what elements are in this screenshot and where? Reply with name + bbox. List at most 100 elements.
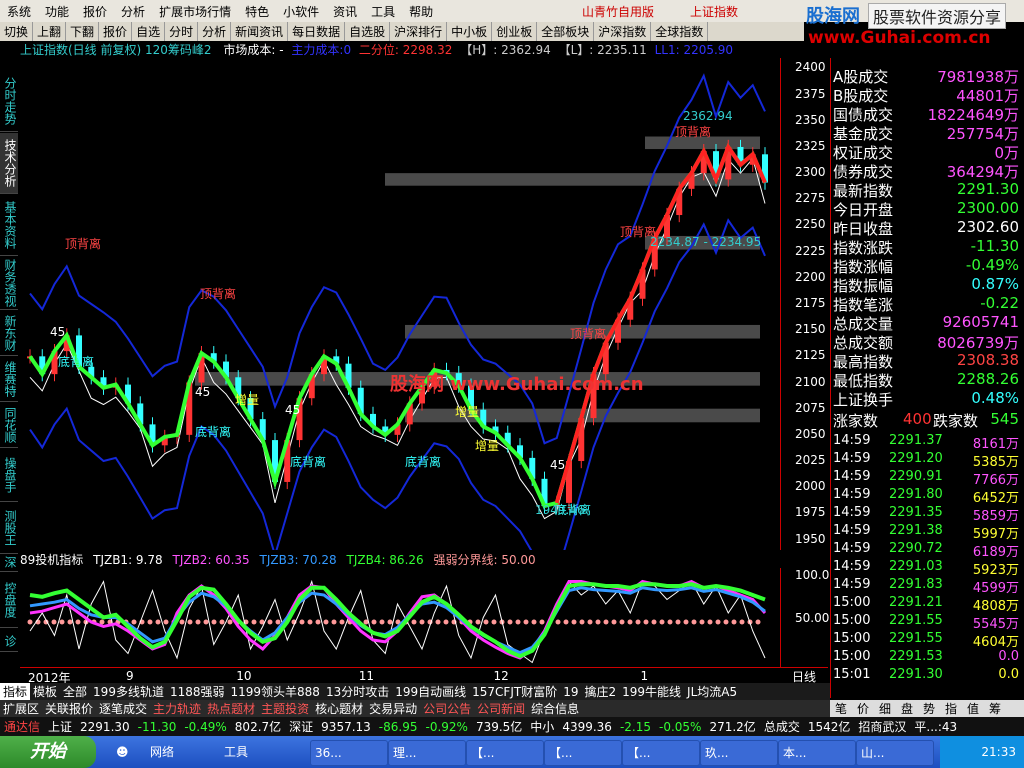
- threshold-dot: [523, 619, 529, 625]
- toolbar-page-up[interactable]: 上翻: [33, 22, 67, 41]
- toolbar-index[interactable]: 沪深指数: [594, 22, 652, 41]
- quote-panel-tab[interactable]: 价: [852, 700, 874, 717]
- taskbar-task[interactable]: 【...: [622, 740, 700, 766]
- quote-panel-tab[interactable]: 势: [918, 700, 940, 717]
- menu-item-quote[interactable]: 报价: [76, 0, 114, 23]
- toolbar-analysis[interactable]: 分析: [198, 22, 232, 41]
- menu-item-system[interactable]: 系统: [0, 0, 38, 23]
- indicator-tab[interactable]: 13分时攻击: [323, 683, 392, 700]
- taskbar-task[interactable]: 【...: [544, 740, 622, 766]
- taskbar-task[interactable]: 【...: [466, 740, 544, 766]
- taskbar-task[interactable]: 本...: [778, 740, 856, 766]
- indicator-tab[interactable]: 199多线轨道: [90, 683, 167, 700]
- price-scale-tick: 2050: [795, 426, 826, 441]
- toolbar-daily-data[interactable]: 每日数据: [288, 22, 346, 41]
- extension-tab[interactable]: 公司新闻: [474, 700, 528, 717]
- tick-row: 14:59 2291.80 6452万: [833, 487, 1023, 506]
- threshold-dot: [651, 619, 657, 625]
- tab-control[interactable]: 控盘度: [0, 573, 18, 628]
- toolbar-news[interactable]: 新闻资讯: [231, 22, 289, 41]
- quick-launch-icon[interactable]: ☻: [112, 740, 136, 764]
- extension-tab[interactable]: 扩展区: [0, 700, 42, 717]
- menu-item-help[interactable]: 帮助: [402, 0, 440, 23]
- extension-tab[interactable]: 核心题材: [312, 700, 366, 717]
- indicator-tab[interactable]: 19: [560, 685, 581, 699]
- quote-stat-row: 总成交量 92605741: [833, 313, 1023, 333]
- extension-tab[interactable]: 逐笔成交: [96, 700, 150, 717]
- indicator-tab[interactable]: 全部: [60, 683, 90, 700]
- chart-title: 上证指数(日线 前复权) 120筹码峰2: [20, 43, 212, 57]
- tab-basic-info[interactable]: 基本资料: [0, 195, 18, 256]
- extension-tab[interactable]: 公司公告: [420, 700, 474, 717]
- tab-weisaite[interactable]: 维赛特: [0, 357, 18, 402]
- menu-item-news[interactable]: 资讯: [326, 0, 364, 23]
- quote-stat-label: 最新指数: [833, 182, 894, 200]
- period-label[interactable]: 日线: [780, 667, 828, 684]
- tab-xindongcai[interactable]: 新东财: [0, 311, 18, 356]
- quick-network[interactable]: 网络: [146, 740, 200, 764]
- taskbar-task[interactable]: 理...: [388, 740, 466, 766]
- indicator-tab[interactable]: 擒庄2: [581, 683, 619, 700]
- toolbar-gem-board[interactable]: 创业板: [492, 22, 538, 41]
- main-chart[interactable]: 顶背离顶背离顶背离顶背离顶背离底背离底背离底背离 底背离底背离增量增量增量4545…: [20, 58, 780, 550]
- toolbar-switch[interactable]: 切换: [0, 22, 34, 41]
- indicator-tab[interactable]: 1188强弱: [167, 683, 228, 700]
- extension-tab[interactable]: 热点题材: [204, 700, 258, 717]
- tab-finance[interactable]: 财务透视: [0, 257, 18, 310]
- tab-trader[interactable]: 操盘手: [0, 449, 18, 502]
- tab-timeshare[interactable]: 分时走势: [0, 71, 18, 132]
- indicator-tab[interactable]: 157CFJT财富阶: [469, 683, 560, 700]
- indicator-tab[interactable]: 1199领头羊888: [228, 683, 323, 700]
- taskbar-task[interactable]: 山...: [856, 740, 934, 766]
- toolbar-global-index[interactable]: 全球指数: [651, 22, 709, 41]
- quote-panel-tab[interactable]: 细: [874, 700, 896, 717]
- taskbar-task[interactable]: 玖...: [700, 740, 778, 766]
- toolbar-my-stocks[interactable]: 自选股: [345, 22, 391, 41]
- indicator-tab[interactable]: 199自动画线: [392, 683, 469, 700]
- menu-item-special[interactable]: 特色: [238, 0, 276, 23]
- tick-volume: 4604万: [972, 635, 1019, 650]
- tab-tonghuashun[interactable]: 同花顺: [0, 403, 18, 448]
- extension-tab[interactable]: 关联报价: [42, 700, 96, 717]
- indicator-chart[interactable]: [20, 568, 780, 667]
- price-scale-tick: 1950: [795, 531, 826, 546]
- tick-price: 2291.83: [889, 577, 943, 592]
- start-button[interactable]: 开始: [0, 736, 96, 768]
- menu-item-tools[interactable]: 工具: [364, 0, 402, 23]
- tab-test-king[interactable]: 测股王: [0, 503, 18, 554]
- quick-tools[interactable]: 工具: [220, 740, 274, 764]
- quote-panel-tab[interactable]: 盘: [896, 700, 918, 717]
- indicator-tab[interactable]: 指标: [0, 683, 31, 700]
- quantile-value: 二分位: 2298.32: [358, 43, 453, 57]
- menu-item-analysis[interactable]: 分析: [114, 0, 152, 23]
- indicator-tab[interactable]: 模板: [30, 683, 60, 700]
- extension-tab[interactable]: 综合信息: [528, 700, 582, 717]
- tab-diagnose[interactable]: 诊: [0, 631, 18, 652]
- toolbar-timeshare[interactable]: 分时: [165, 22, 199, 41]
- toolbar-sme-board[interactable]: 中小板: [447, 22, 493, 41]
- quote-panel-tab[interactable]: 笔: [830, 700, 852, 717]
- taskbar-task[interactable]: 36...: [310, 740, 388, 766]
- toolbar-ranking[interactable]: 沪深排行: [390, 22, 448, 41]
- indicator-tab[interactable]: 199牛能线: [619, 683, 684, 700]
- tab-technical[interactable]: 技术分析: [0, 133, 18, 194]
- extension-tab[interactable]: 主力轨迹: [150, 700, 204, 717]
- menu-item-function[interactable]: 功能: [38, 0, 76, 23]
- toolbar-page-down[interactable]: 下翻: [66, 22, 100, 41]
- indicator-tab[interactable]: JL均流A5: [684, 683, 740, 700]
- quote-panel-tab[interactable]: 指: [940, 700, 962, 717]
- status-item: -11.30: [137, 720, 177, 734]
- toolbar-all-sectors[interactable]: 全部板块: [537, 22, 595, 41]
- menu-item-extended-market[interactable]: 扩展市场行情: [152, 0, 238, 23]
- menu-item-mini-software[interactable]: 小软件: [276, 0, 326, 23]
- tab-shen[interactable]: 深: [0, 553, 18, 572]
- threshold-dot: [195, 619, 201, 625]
- threshold-dot: [443, 619, 449, 625]
- quote-stat-value: 0万: [994, 144, 1019, 162]
- toolbar-quote[interactable]: 报价: [99, 22, 133, 41]
- quote-panel-tab[interactable]: 值: [962, 700, 984, 717]
- extension-tab[interactable]: 主题投资: [258, 700, 312, 717]
- quote-panel-tab[interactable]: 筹: [984, 700, 1006, 717]
- toolbar-watchlist[interactable]: 自选: [132, 22, 166, 41]
- extension-tab[interactable]: 交易异动: [366, 700, 420, 717]
